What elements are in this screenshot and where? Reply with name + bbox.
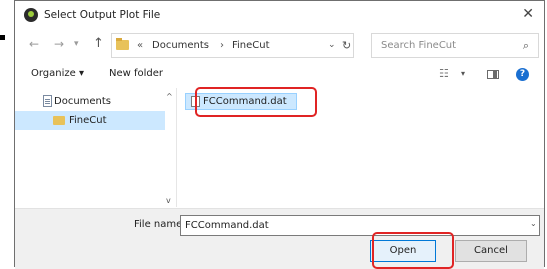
nav-item-documents[interactable]: Documents bbox=[15, 92, 165, 111]
breadcrumb-separator: › bbox=[220, 40, 224, 51]
chevron-down-icon[interactable]: ⌄ bbox=[328, 40, 336, 50]
address-bar[interactable]: « Documents › FineCut ⌄ ↻ bbox=[111, 33, 354, 58]
organize-button[interactable]: Organize ▾ bbox=[31, 68, 84, 79]
title-bar: Select Output Plot File ✕ bbox=[15, 1, 544, 31]
help-icon[interactable]: ? bbox=[516, 68, 529, 81]
back-arrow-icon[interactable]: ← bbox=[29, 37, 39, 63]
refresh-icon[interactable]: ↻ bbox=[342, 39, 351, 52]
scroll-down-icon[interactable]: v bbox=[166, 196, 171, 205]
documents-icon bbox=[43, 95, 52, 107]
close-icon[interactable]: ✕ bbox=[522, 6, 534, 22]
forward-arrow-icon[interactable]: → bbox=[54, 37, 64, 63]
search-box[interactable]: Search FineCut ⌕ bbox=[371, 33, 539, 58]
scroll-up-icon[interactable]: ^ bbox=[166, 92, 173, 101]
new-folder-button[interactable]: New folder bbox=[109, 68, 163, 79]
nav-item-label: Documents bbox=[54, 96, 112, 107]
search-icon[interactable]: ⌕ bbox=[523, 39, 529, 53]
view-options-icon[interactable]: ☷ bbox=[439, 67, 449, 80]
view-dropdown-chevron-icon[interactable]: ▾ bbox=[461, 69, 465, 78]
nav-item-finecut[interactable]: FineCut bbox=[15, 111, 165, 130]
highlight-box-file bbox=[195, 87, 317, 117]
folder-icon bbox=[116, 38, 129, 50]
breadcrumb-documents[interactable]: Documents bbox=[152, 40, 209, 51]
nav-item-label: FineCut bbox=[69, 115, 107, 126]
navigation-pane: Documents FineCut bbox=[15, 88, 176, 207]
chevron-down-icon[interactable]: ⌄ bbox=[530, 219, 537, 228]
file-name-field-label: File name: bbox=[134, 219, 186, 230]
cancel-button[interactable]: Cancel bbox=[455, 240, 527, 262]
up-arrow-icon[interactable]: ↑ bbox=[93, 36, 104, 62]
app-icon bbox=[24, 8, 38, 22]
file-dialog: Select Output Plot File ✕ ← → ▾ ↑ « Docu… bbox=[14, 0, 545, 269]
breadcrumb-overflow[interactable]: « bbox=[137, 40, 143, 51]
file-name-input[interactable]: FCCommand.dat bbox=[180, 215, 540, 236]
breadcrumb-finecut[interactable]: FineCut bbox=[232, 40, 270, 51]
pane-divider[interactable] bbox=[176, 88, 177, 207]
window-title: Select Output Plot File bbox=[44, 9, 161, 21]
folder-icon bbox=[53, 116, 65, 125]
command-toolbar: Organize ▾ New folder ☷ ▾ ? bbox=[15, 62, 544, 88]
search-placeholder: Search FineCut bbox=[381, 40, 457, 51]
highlight-box-open bbox=[372, 232, 454, 269]
preview-pane-icon[interactable] bbox=[487, 70, 499, 79]
stray-marker bbox=[0, 35, 5, 40]
